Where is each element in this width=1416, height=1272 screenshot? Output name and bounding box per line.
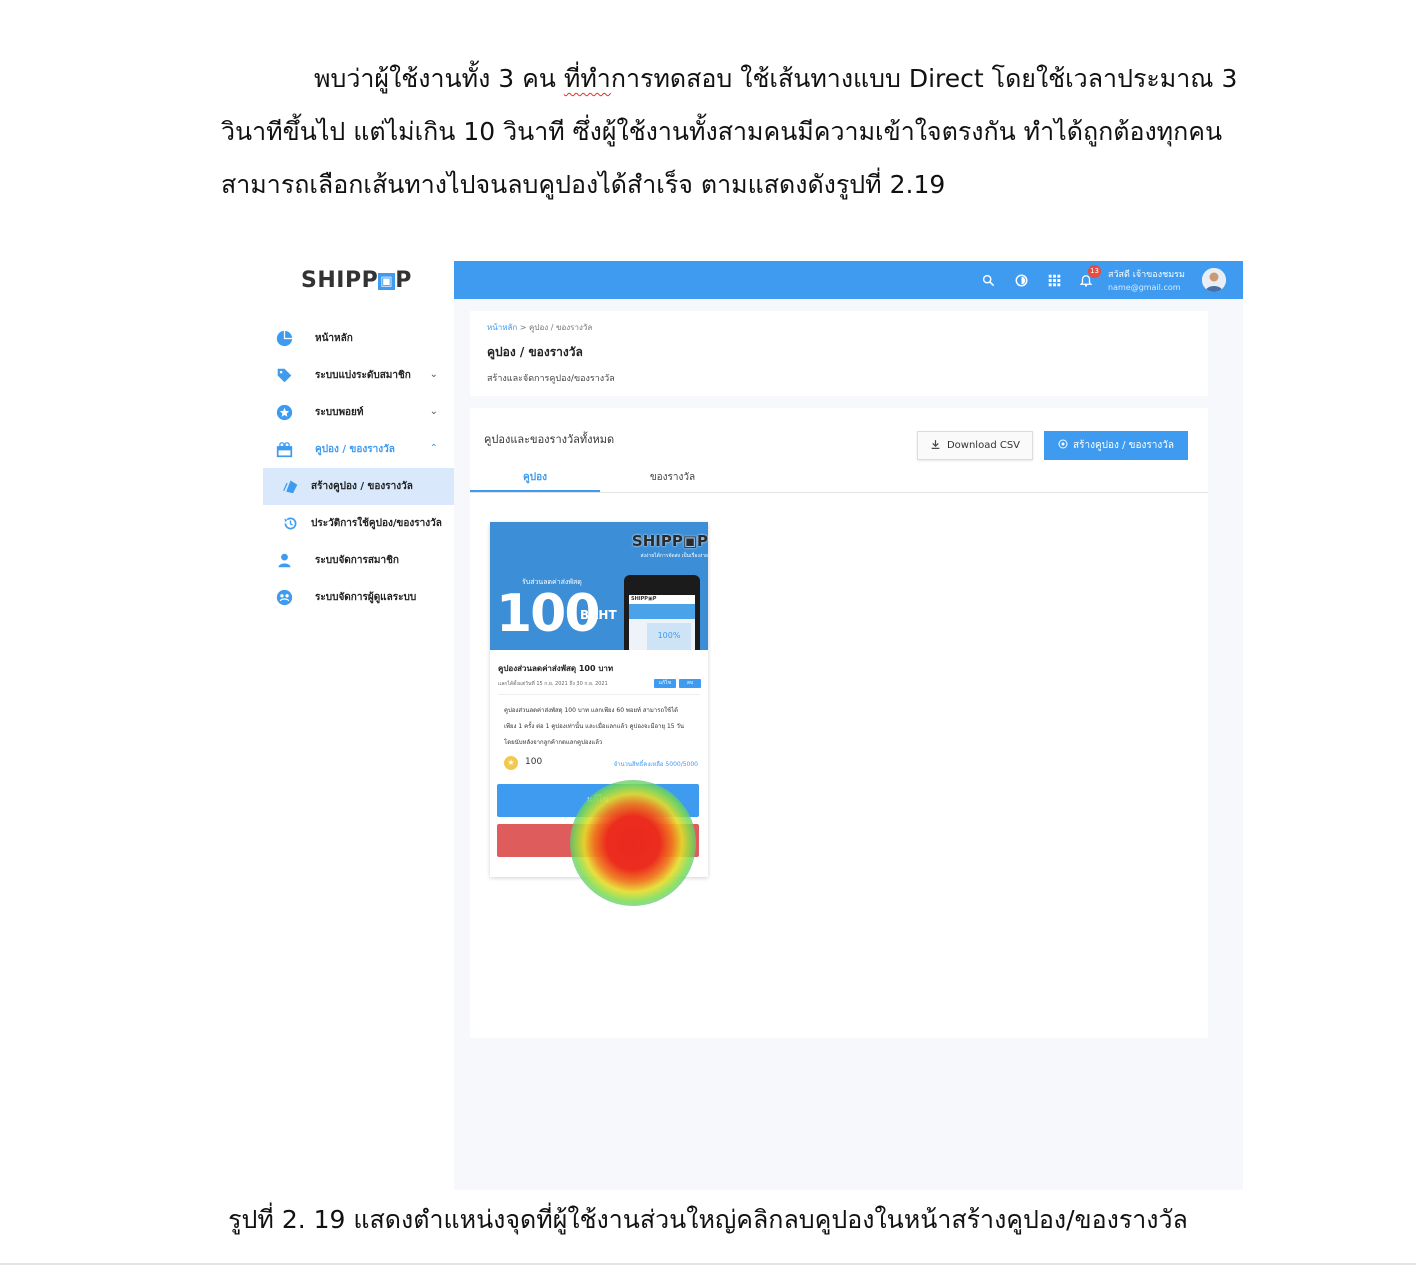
app-logo: SHIPP ▣P bbox=[301, 268, 412, 293]
coupon-banner-image: SHIPP▣P ส่งง่ายได้การจัดส่ง เป็นเรื่องง่… bbox=[490, 522, 708, 650]
tag-heart-icon bbox=[275, 367, 293, 385]
sidebar-item-home[interactable]: หน้าหลัก bbox=[263, 320, 454, 357]
gift-icon bbox=[275, 441, 293, 459]
tab-divider bbox=[470, 492, 1208, 493]
sidebar: SHIPP ▣P หน้าหลัก ระบบแบ่งระดับสมาชิก ⌄ ร… bbox=[263, 260, 454, 1190]
coupon-edit-chip[interactable]: แก้ไข bbox=[654, 679, 676, 688]
chevron-down-icon: ⌄ bbox=[429, 406, 438, 417]
breadcrumb-home-link[interactable]: หน้าหลัก bbox=[487, 323, 517, 332]
sidebar-item-label: ระบบพอยท์ bbox=[315, 407, 364, 418]
breadcrumb: หน้าหลัก > คูปอง / ของรางวัล bbox=[487, 321, 592, 334]
sidebar-item-label: ระบบแบ่งระดับสมาชิก bbox=[315, 370, 411, 381]
page-header-card: หน้าหลัก > คูปอง / ของรางวัล คูปอง / ของ… bbox=[470, 311, 1208, 396]
sidebar-item-label: สร้างคูปอง / ของรางวัล bbox=[311, 481, 413, 492]
chevron-down-icon: ⌄ bbox=[429, 369, 438, 380]
coupon-description-line: โดยนับหลังจากลูกค้ากดแลกคูปองแล้ว bbox=[504, 739, 603, 746]
phone-header bbox=[629, 604, 695, 619]
create-coupon-button[interactable]: สร้างคูปอง / ของรางวัล bbox=[1044, 431, 1188, 460]
star-circle-icon bbox=[275, 404, 293, 422]
page-title: คูปอง / ของรางวัล bbox=[487, 345, 583, 359]
phone-brand: SHIPP▣P bbox=[629, 595, 695, 604]
pie-chart-icon bbox=[275, 330, 293, 348]
breadcrumb-current: > คูปอง / ของรางวัล bbox=[517, 323, 593, 332]
user-email: name@gmail.com bbox=[1108, 283, 1181, 292]
logo-box-icon: ▣ bbox=[378, 273, 396, 290]
user-greeting: สวัสดี เจ้าของชมรม bbox=[1108, 270, 1185, 280]
sidebar-item-label: หน้าหลัก bbox=[315, 333, 353, 344]
figure-caption: รูปที่ 2. 19 แสดงตำแหน่งจุดที่ผู้ใช้งานส… bbox=[228, 1205, 1188, 1234]
history-icon bbox=[281, 515, 299, 533]
paragraph-line-2: วินาทีขึ้นไป แต่ไม่เกิน 10 วินาที ซึ่งผู… bbox=[221, 117, 1223, 146]
click-heatmap-spot bbox=[570, 780, 696, 906]
coupon-delete-chip[interactable]: ลบ bbox=[679, 679, 701, 688]
coupon-description-line: คูปองส่วนลดค่าส่งพัสดุ 100 บาท แลกเพียง … bbox=[504, 707, 678, 714]
download-csv-label: Download CSV bbox=[946, 440, 1021, 451]
body-paragraph: พบว่าผู้ใช้งานทั้ง 3 คน ที่ทำการทดสอบ ใช… bbox=[221, 52, 1241, 211]
coupon-remaining: จำนวนสิทธิ์คงเหลือ 5000/5000 bbox=[613, 761, 698, 768]
brightness-icon[interactable] bbox=[1013, 272, 1029, 288]
chevron-up-icon: ⌃ bbox=[429, 443, 438, 454]
admin-icon bbox=[275, 589, 293, 607]
page-bottom-divider bbox=[0, 1263, 1416, 1265]
download-csv-button[interactable]: Download CSV bbox=[917, 431, 1033, 460]
sidebar-item-coupons[interactable]: คูปอง / ของรางวัล ⌃ bbox=[263, 431, 454, 468]
coupon-date-range: แลกได้ตั้งแต่วันที่ 15 ก.ย. 2021 ถึง 30 … bbox=[498, 681, 608, 687]
sidebar-item-points[interactable]: ระบบพอยท์ ⌄ bbox=[263, 394, 454, 431]
coupon-description: คูปองส่วนลดค่าส่งพัสดุ 100 บาท แลกเพียง … bbox=[504, 703, 700, 751]
coupon-divider bbox=[498, 694, 700, 695]
tab-coupons[interactable]: คูปอง bbox=[470, 470, 600, 492]
top-bar: 13 สวัสดี เจ้าของชมรม name@gmail.com bbox=[454, 261, 1243, 299]
ticket-icon bbox=[281, 478, 299, 496]
avatar[interactable] bbox=[1202, 268, 1226, 292]
coupon-title: คูปองส่วนลดค่าส่งพัสดุ 100 บาท bbox=[498, 664, 614, 673]
sidebar-item-create-coupon[interactable]: สร้างคูปอง / ของรางวัล bbox=[263, 468, 454, 505]
paragraph-line-3: สามารถเลือกเส้นทางไปจนลบคูปองได้สำเร็จ ต… bbox=[221, 170, 946, 199]
coin-icon: ★ bbox=[504, 756, 518, 770]
paragraph-text: การทดสอบ ใช้เส้นทางแบบ Direct โดยใช้เวลา… bbox=[610, 64, 1238, 93]
paragraph-text: พบว่าผู้ใช้งานทั้ง 3 คน bbox=[314, 64, 564, 93]
sidebar-item-admins[interactable]: ระบบจัดการผู้ดูแลระบบ bbox=[263, 579, 454, 616]
figure-screenshot: SHIPP ▣P หน้าหลัก ระบบแบ่งระดับสมาชิก ⌄ ร… bbox=[263, 260, 1243, 1190]
coupon-points: 100 bbox=[525, 757, 543, 767]
phone-percent: 100% bbox=[647, 623, 691, 650]
main-content: หน้าหลัก > คูปอง / ของรางวัล คูปอง / ของ… bbox=[454, 299, 1243, 1190]
sidebar-item-coupon-history[interactable]: ประวัติการใช้คูปอง/ของรางวัล bbox=[263, 505, 454, 542]
create-coupon-label: สร้างคูปอง / ของรางวัล bbox=[1073, 440, 1174, 451]
sidebar-item-member-levels[interactable]: ระบบแบ่งระดับสมาชิก ⌄ bbox=[263, 357, 454, 394]
page-subtitle: สร้างและจัดการคูปอง/ของรางวัล bbox=[487, 374, 615, 384]
list-title: คูปองและของรางวัลทั้งหมด bbox=[484, 433, 615, 446]
sidebar-item-label: ประวัติการใช้คูปอง/ของรางวัล bbox=[311, 518, 442, 529]
banner-logo: SHIPP▣P bbox=[631, 532, 708, 550]
notification-badge: 13 bbox=[1088, 265, 1101, 278]
coupon-description-line: เพียง 1 ครั้ง ต่อ 1 คูปองเท่านั้น และเมื… bbox=[504, 723, 684, 730]
sidebar-item-members[interactable]: ระบบจัดการสมาชิก bbox=[263, 542, 454, 579]
tab-rewards[interactable]: ของรางวัล bbox=[610, 470, 735, 492]
banner-currency: BAHT bbox=[580, 608, 617, 622]
apps-grid-icon[interactable] bbox=[1046, 272, 1062, 288]
spellcheck-word: ที่ทำ bbox=[563, 64, 611, 93]
banner-tagline: ส่งง่ายได้การจัดส่ง เป็นเรื่องง่าย bbox=[640, 553, 708, 559]
coupon-list-card: คูปองและของรางวัลทั้งหมด Download CSV สร… bbox=[470, 408, 1208, 1038]
download-icon bbox=[930, 439, 941, 453]
phone-mockup: SHIPP▣P 100% bbox=[624, 575, 700, 650]
sidebar-item-label: คูปอง / ของรางวัล bbox=[315, 444, 395, 455]
person-icon bbox=[275, 552, 293, 570]
sidebar-item-label: ระบบจัดการสมาชิก bbox=[315, 555, 399, 566]
sidebar-item-label: ระบบจัดการผู้ดูแลระบบ bbox=[315, 592, 417, 603]
phone-screen: SHIPP▣P 100% bbox=[629, 595, 695, 650]
paragraph-line-1: พบว่าผู้ใช้งานทั้ง 3 คน ที่ทำการทดสอบ ใช… bbox=[221, 52, 1241, 105]
add-circle-icon bbox=[1058, 439, 1068, 452]
search-icon[interactable] bbox=[980, 272, 996, 288]
